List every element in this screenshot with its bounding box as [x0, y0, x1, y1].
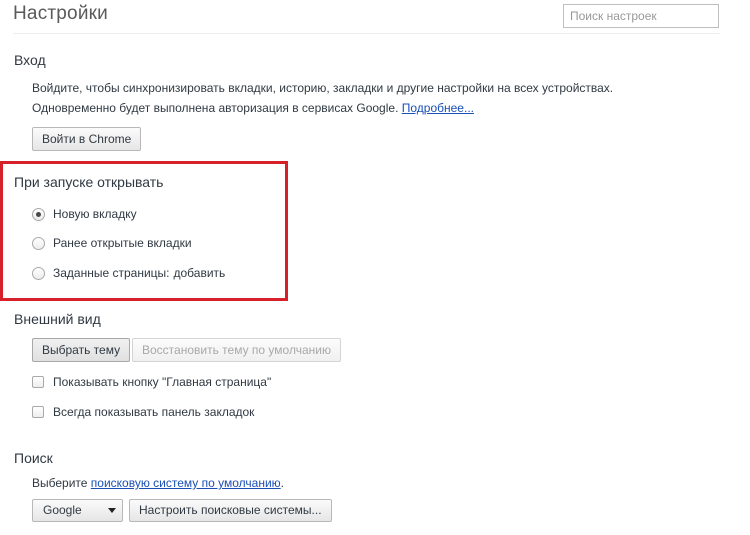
show-bookmarks-bar-checkbox[interactable] [32, 406, 44, 418]
signin-note-line: Одновременно будет выполнена авторизация… [32, 101, 474, 115]
chevron-down-icon [108, 508, 116, 513]
reset-theme-button[interactable]: Восстановить тему по умолчанию [132, 338, 341, 362]
section-title-search: Поиск [14, 450, 53, 466]
startup-option-label: Новую вкладку [53, 207, 137, 221]
startup-option-label: Ранее открытые вкладки [53, 236, 192, 250]
signin-chrome-button[interactable]: Войти в Chrome [32, 127, 142, 151]
startup-option-new-tab[interactable]: Новую вкладку [32, 206, 137, 222]
section-title-signin: Вход [14, 52, 46, 68]
header-divider [13, 33, 720, 34]
page-title: Настройки [13, 3, 108, 24]
section-title-startup: При запуске открывать [14, 174, 164, 190]
choose-theme-button[interactable]: Выбрать тему [32, 338, 131, 362]
signin-note: Одновременно будет выполнена авторизация… [32, 101, 399, 115]
show-home-button-checkbox[interactable] [32, 376, 44, 388]
search-description-line: Выберите поисковую систему по умолчанию. [32, 476, 284, 490]
signin-description: Войдите, чтобы синхронизировать вкладки,… [32, 81, 614, 95]
radio-restore-tabs[interactable] [32, 236, 45, 250]
search-suffix: . [280, 476, 285, 490]
default-search-engine-link[interactable]: поисковую систему по умолчанию [91, 476, 281, 490]
manage-search-engines-button[interactable]: Настроить поисковые системы... [129, 499, 332, 522]
search-engine-selected: Google [43, 503, 82, 517]
radio-specific-pages[interactable] [32, 266, 45, 280]
search-prefix: Выберите [32, 476, 88, 490]
learn-more-link[interactable]: Подробнее... [402, 101, 474, 115]
search-settings-input[interactable] [563, 4, 719, 28]
checkbox-label: Показывать кнопку "Главная страница" [53, 375, 272, 389]
startup-option-restore-tabs[interactable]: Ранее открытые вкладки [32, 235, 192, 251]
show-bookmarks-bar-row[interactable]: Всегда показывать панель закладок [32, 404, 254, 420]
show-home-button-row[interactable]: Показывать кнопку "Главная страница" [32, 374, 271, 390]
search-engine-select[interactable]: Google [32, 499, 123, 522]
checkbox-label: Всегда показывать панель закладок [53, 405, 255, 419]
startup-option-label: Заданные страницы: [53, 266, 170, 280]
startup-option-specific-pages[interactable]: Заданные страницы: добавить [32, 265, 225, 281]
section-title-appearance: Внешний вид [14, 311, 101, 327]
radio-new-tab[interactable] [32, 207, 45, 221]
add-pages-link[interactable]: добавить [174, 266, 226, 280]
